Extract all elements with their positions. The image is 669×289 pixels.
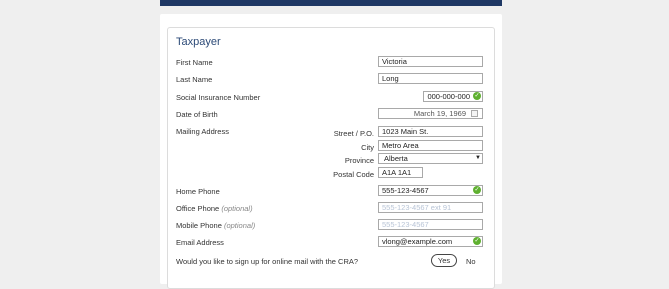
yes-button[interactable]: Yes <box>431 254 457 267</box>
mobile-phone-field[interactable]: 555-123-4567 <box>378 219 483 230</box>
check-circle-icon: ✓ <box>473 186 481 194</box>
office-phone-label-text: Office Phone <box>176 204 220 213</box>
mailing-address-label: Mailing Address <box>176 127 229 136</box>
last-name-field[interactable]: Long <box>378 73 483 84</box>
check-circle-icon: ✓ <box>473 92 481 100</box>
section-title: Taxpayer <box>176 36 221 48</box>
home-phone-label: Home Phone <box>176 187 220 196</box>
postal-code-field[interactable]: A1A 1A1 <box>378 167 423 178</box>
dob-label: Date of Birth <box>176 110 218 119</box>
first-name-label: First Name <box>176 58 213 67</box>
optional-tag: (optional) <box>221 204 253 213</box>
mobile-phone-label-text: Mobile Phone <box>176 221 222 230</box>
online-mail-question: Would you like to sign up for online mai… <box>176 257 359 266</box>
city-field[interactable]: Metro Area <box>378 140 483 151</box>
office-phone-field[interactable]: 555-123-4567 ext 91 <box>378 202 483 213</box>
last-name-label: Last Name <box>176 75 213 84</box>
mobile-phone-label: Mobile Phone (optional) <box>176 221 255 230</box>
city-label: City <box>361 143 374 152</box>
calendar-icon[interactable] <box>471 110 478 117</box>
province-label: Province <box>344 156 374 165</box>
first-name-field[interactable]: Victoria <box>378 56 483 67</box>
email-field[interactable]: vlong@example.com <box>378 236 483 247</box>
dob-field[interactable]: March 19, 1969 <box>378 108 483 119</box>
postal-code-label: Postal Code <box>333 170 374 179</box>
chevron-down-icon: ▼ <box>475 155 481 161</box>
email-label: Email Address <box>176 238 224 247</box>
sin-label: Social Insurance Number <box>176 93 261 102</box>
street-label: Street / P.O. <box>333 129 374 138</box>
optional-tag: (optional) <box>223 221 256 230</box>
street-field[interactable]: 1023 Main St. <box>378 126 483 137</box>
check-circle-icon: ✓ <box>473 237 481 245</box>
home-phone-field[interactable]: 555-123-4567 <box>378 185 483 196</box>
office-phone-label: Office Phone (optional) <box>176 204 253 213</box>
header-bar <box>160 0 502 6</box>
province-select[interactable]: Alberta <box>378 153 483 164</box>
no-button[interactable]: No <box>466 257 476 266</box>
